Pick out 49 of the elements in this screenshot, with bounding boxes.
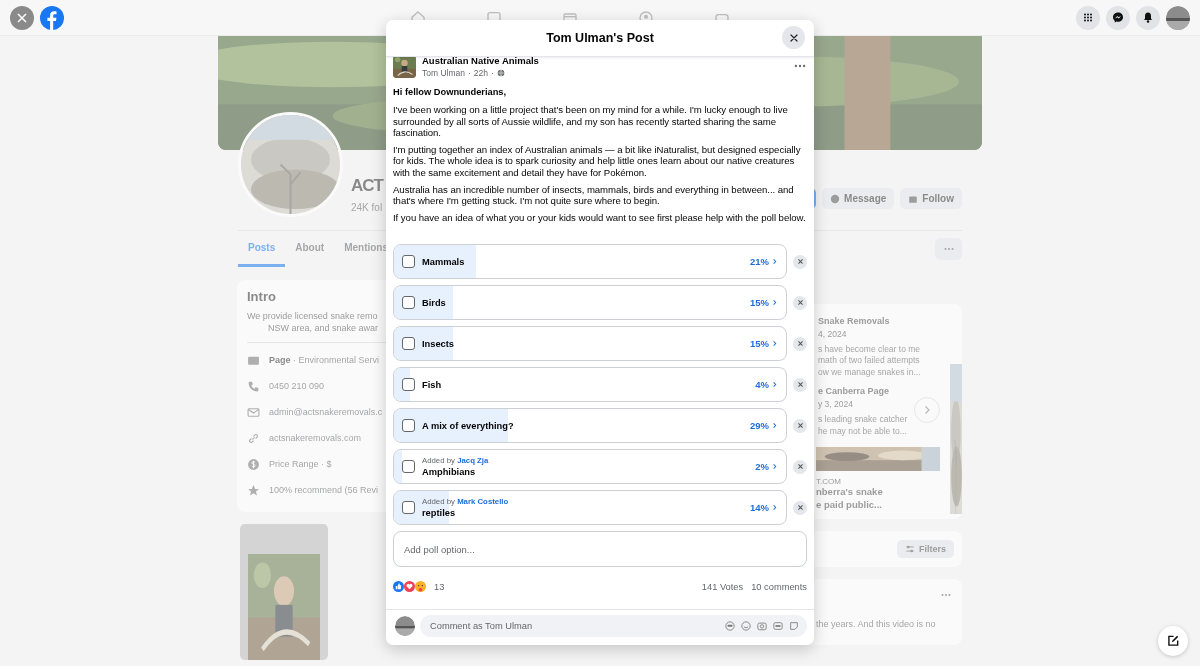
message-button[interactable]: Message — [822, 188, 895, 209]
vote-percent[interactable]: 15% — [750, 297, 769, 309]
intro-detail: 100% recommend (56 Revi — [269, 485, 379, 496]
option-label: Birds — [422, 297, 447, 308]
post-paragraph: Australia has an incredible number of insects, mammals, birds and everything in between... and that's where I'm getting stuck. I'm not quite sure where to begin. — [393, 183, 795, 207]
vote-percent[interactable]: 2% — [755, 461, 769, 473]
option-label: reptiles — [422, 508, 457, 519]
intro-detail: Price Range · $ — [269, 459, 332, 470]
poll-option[interactable]: Fish 4% — [393, 367, 787, 403]
reaction-count[interactable]: 13 — [434, 581, 445, 592]
option-label: Mammals — [422, 256, 466, 267]
post-excerpt: s have become clear to me math of two failed attempts ow we manage snakes in... — [818, 344, 922, 379]
intro-detail: admin@actsnakeremovals.c — [269, 407, 383, 418]
page-name: ACT — [351, 176, 383, 196]
comment-count[interactable]: 10 comments — [751, 581, 807, 592]
option-label: Insects — [422, 338, 456, 349]
poll-option[interactable]: Insects 15% — [393, 326, 787, 362]
post-title: e Canberra Page — [818, 386, 891, 397]
intro-detail: 0450 210 090 — [269, 381, 325, 392]
link-domain: T.COM — [816, 477, 841, 487]
follower-count: 24K fol — [351, 202, 384, 213]
intro-detail: actsnakeremovals.com — [269, 433, 362, 444]
intro-description: We provide licensed snake remo NSW area, and snake awar — [247, 310, 379, 335]
poll-option[interactable]: A mix of everything? 29% — [393, 408, 787, 444]
follow-button[interactable]: Follow — [900, 188, 962, 209]
post-title: Snake Removals — [818, 316, 891, 326]
post-text: the years. And this video is no — [816, 619, 937, 629]
post-excerpt: s leading snake catcher he may not be able to... — [818, 414, 909, 438]
poll-option[interactable]: Mammals 21% — [393, 244, 787, 280]
intro-heading: Intro — [247, 289, 276, 304]
option-label: Amphibians — [422, 467, 477, 478]
comment-input[interactable]: Comment as Tom Ulman — [428, 619, 725, 632]
option-label: A mix of everything? — [422, 420, 515, 431]
vote-percent[interactable]: 21% — [750, 256, 769, 268]
option-label: Fish — [422, 379, 443, 390]
vote-count[interactable]: 141 Votes — [701, 581, 744, 592]
vote-percent[interactable]: 14% — [750, 502, 769, 514]
poll-option[interactable]: Birds 15% — [393, 285, 787, 321]
vote-percent[interactable]: 29% — [750, 420, 769, 432]
link-headline: nberra's snake e paid public... — [816, 486, 884, 512]
add-option-field[interactable]: Add poll option... — [393, 531, 807, 568]
post-date: y 3, 2024 — [818, 399, 854, 410]
vote-percent[interactable]: 4% — [755, 379, 769, 391]
post-date: 4, 2024 — [818, 329, 848, 339]
comment-field[interactable]: Comment as Tom Ulman — [420, 614, 807, 637]
post-paragraph: I'm putting together an index of Australian animals — a bit like iNaturalist, but designed especially for kids. The whole idea is to spark curiosity and help little ones learn about our native creatures with the same excitement and detail they have for Pokémon. — [393, 143, 802, 179]
intro-detail: Page · Environmental Servi — [269, 355, 380, 366]
post-paragraph: If you have an idea of what you or your kids would want to see first please help with the poll below. — [393, 211, 807, 224]
vote-percent[interactable]: 15% — [750, 338, 769, 350]
